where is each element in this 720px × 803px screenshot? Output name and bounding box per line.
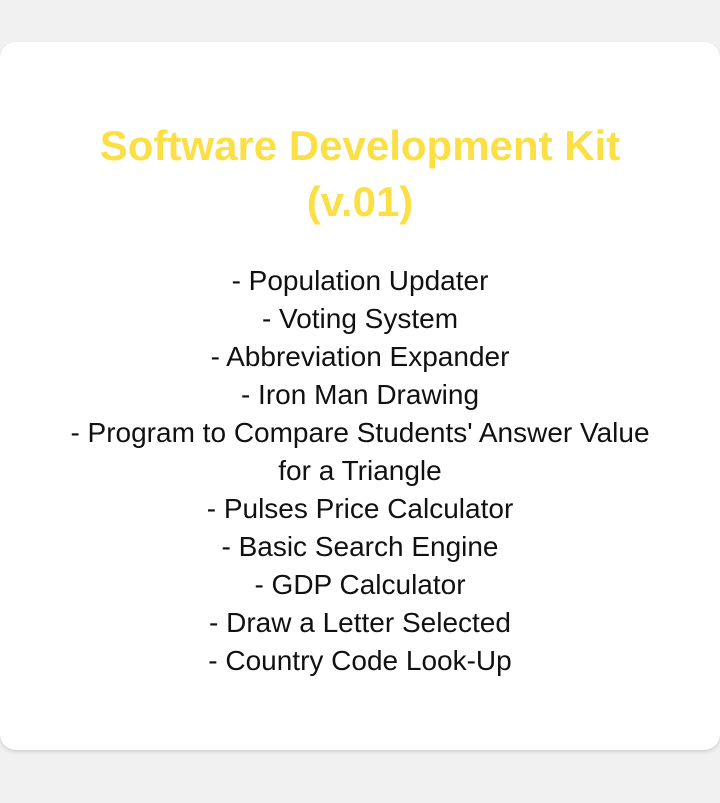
list-item: - Draw a Letter Selected: [209, 607, 511, 638]
list-item: - Country Code Look-Up: [208, 645, 512, 676]
info-card: Software Development Kit (v.01) - Popula…: [0, 42, 720, 750]
list-item: - Voting System: [261, 303, 459, 334]
list-item: - Iron Man Drawing: [240, 379, 480, 410]
card-title-line-2: (v.01): [306, 178, 414, 225]
list-item: - Abbreviation Expander: [210, 341, 510, 372]
card-title-line-1: Software Development Kit: [99, 122, 621, 169]
list-item: - Basic Search Engine: [221, 531, 499, 562]
feature-list: - Population Updater - Voting System - A…: [0, 262, 720, 680]
card-title: Software Development Kit (v.01): [0, 118, 720, 230]
list-item: - Pulses Price Calculator: [206, 493, 514, 524]
list-item: - Population Updater: [231, 265, 489, 296]
list-item: - Program to Compare Students' Answer Va…: [70, 417, 650, 486]
list-item: - GDP Calculator: [254, 569, 466, 600]
